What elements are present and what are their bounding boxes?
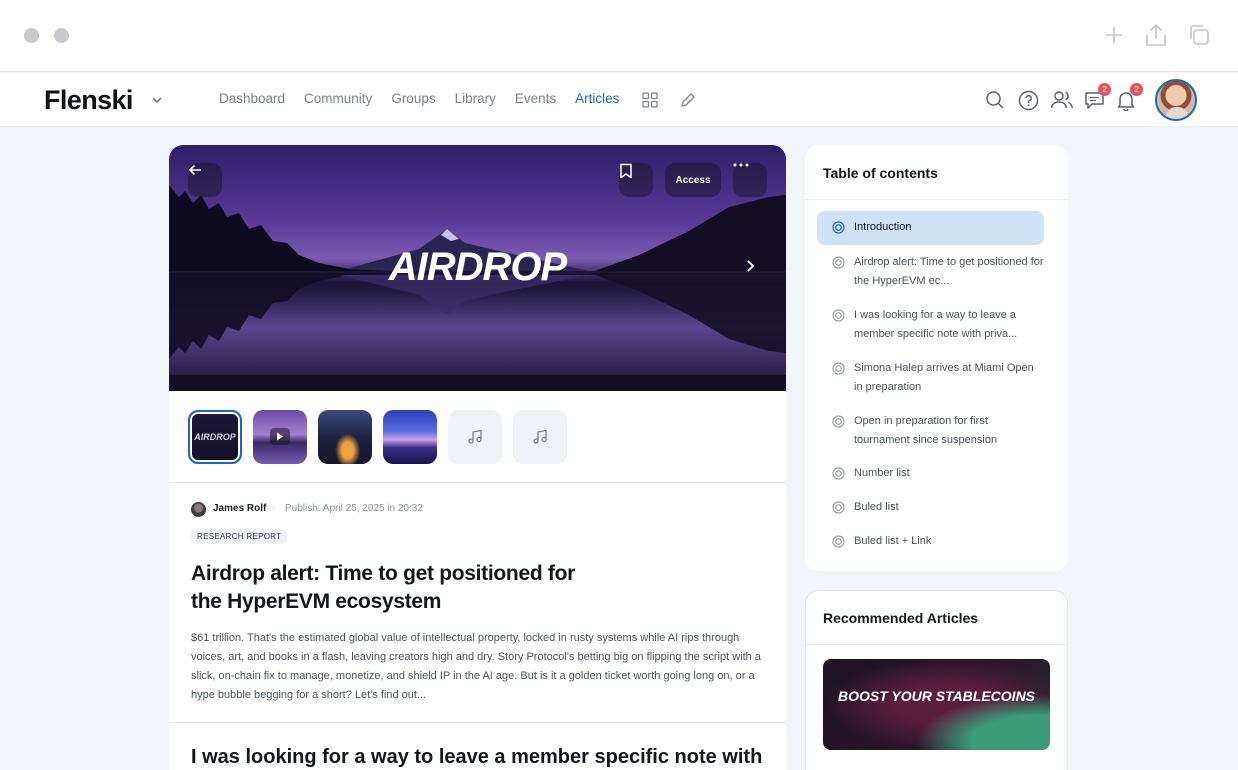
bell-icon[interactable]: 2 <box>1115 83 1143 111</box>
hero-title: AIRDROP <box>388 245 567 289</box>
nav-link-groups[interactable]: Groups <box>391 91 435 106</box>
toc-item-label: Introduction <box>854 221 912 233</box>
divider <box>169 482 786 483</box>
toc-item-label: Airdrop alert: Time to get positioned fo… <box>854 256 1044 287</box>
toc-item-buled-list[interactable]: Buled list <box>817 498 1044 517</box>
target-icon <box>832 501 845 514</box>
bookmark-icon <box>620 163 632 179</box>
chevron-right-icon[interactable] <box>741 257 759 275</box>
target-icon <box>832 467 845 480</box>
toc-item-label: Simona Halep arrives at Miami Open in pr… <box>854 362 1034 393</box>
back-button[interactable] <box>188 163 222 197</box>
author-avatar[interactable] <box>191 502 206 517</box>
thumbnail-audio-1[interactable] <box>448 410 502 464</box>
toc-item-label: I was looking for a way to leave a membe… <box>854 309 1018 340</box>
more-horizontal-icon <box>733 163 749 167</box>
window-minimize-dot[interactable] <box>54 28 69 43</box>
separator-dot: · <box>272 503 276 514</box>
thumbnail-audio-2[interactable] <box>513 410 567 464</box>
toc-item-label: Number list <box>854 467 910 479</box>
search-icon[interactable] <box>984 89 1006 111</box>
thumbnail-airdrop[interactable]: AIRDROP <box>188 410 242 464</box>
toc-item-introduction[interactable]: Introduction <box>817 211 1044 245</box>
thumbnail-mountains[interactable] <box>383 410 437 464</box>
category-tag[interactable]: RESEARCH REPORT <box>191 529 288 544</box>
app-logo[interactable]: Flenski <box>44 85 133 116</box>
users-icon[interactable] <box>1049 89 1075 111</box>
thumbnail-video[interactable] <box>253 410 307 464</box>
nav-links: Dashboard Community Groups Library Event… <box>219 91 638 106</box>
recommended-title: Recommended Articles <box>823 610 979 626</box>
toc-item-buled-list-link[interactable]: Buled list + Link <box>817 532 1044 551</box>
recommended-card-text: BOOST YOUR STABLECOINS <box>837 688 1036 704</box>
bookmark-button[interactable] <box>619 163 653 197</box>
thumbnail-label: AIRDROP <box>194 432 236 442</box>
thumbnail-night-road[interactable] <box>318 410 372 464</box>
toc-item-airdrop[interactable]: Airdrop alert: Time to get positioned fo… <box>817 253 1044 291</box>
duplicate-icon[interactable] <box>1186 22 1212 48</box>
access-button[interactable]: Access <box>665 163 721 197</box>
media-thumbnails: AIRDROP <box>188 410 567 464</box>
article-body: $61 trillion. That's the estimated globa… <box>191 632 761 701</box>
plus-icon[interactable] <box>1101 22 1127 48</box>
window-close-dot[interactable] <box>24 28 39 43</box>
hero-media: Access AIRDROP <box>169 145 786 391</box>
target-icon <box>832 415 845 428</box>
recommended-articles: Recommended Articles BOOST YOUR STABLECO… <box>805 590 1068 770</box>
toc-item-member-note[interactable]: I was looking for a way to leave a membe… <box>817 306 1044 344</box>
recommended-article-card[interactable]: BOOST YOUR STABLECOINS <box>823 659 1050 750</box>
pencil-icon[interactable] <box>678 90 698 110</box>
more-options-button[interactable] <box>733 163 767 197</box>
top-navigation: Flenski Dashboard Community Groups Libra… <box>0 73 1238 127</box>
help-icon[interactable] <box>1017 89 1039 111</box>
target-icon <box>832 362 845 375</box>
nav-link-community[interactable]: Community <box>304 91 372 106</box>
notifications-badge: 2 <box>1130 83 1143 96</box>
toc-item-number-list[interactable]: Number list <box>817 464 1044 483</box>
toc-item-label: Buled list + Link <box>854 535 932 547</box>
music-note-icon <box>468 429 482 444</box>
toc-item-label: Open in preparation for first tournament… <box>854 415 998 446</box>
arrow-left-icon <box>188 164 201 176</box>
grid-icon[interactable] <box>640 90 660 110</box>
section-headline: I was looking for a way to leave a membe… <box>191 746 763 768</box>
article-headline: Airdrop alert: Time to get positioned fo… <box>191 562 575 613</box>
toc-title: Table of contents <box>823 165 938 181</box>
publish-date: Publish: April 25, 2025 in 20:32 <box>285 503 423 514</box>
nav-link-events[interactable]: Events <box>515 91 556 106</box>
divider <box>169 722 786 723</box>
messages-icon[interactable]: 2 <box>1083 83 1111 111</box>
author-name[interactable]: James Rolf <box>213 503 266 514</box>
table-of-contents: Table of contents Introduction Airdrop a… <box>805 145 1068 571</box>
nav-link-dashboard[interactable]: Dashboard <box>219 91 285 106</box>
music-note-icon <box>533 429 547 444</box>
nav-link-library[interactable]: Library <box>455 91 496 106</box>
user-avatar[interactable] <box>1155 79 1197 121</box>
window-chrome <box>0 0 1238 72</box>
divider <box>806 644 1067 645</box>
target-icon <box>832 256 845 269</box>
nav-link-articles[interactable]: Articles <box>575 91 619 106</box>
target-icon <box>832 309 845 322</box>
divider <box>805 199 1068 200</box>
target-icon <box>832 221 845 234</box>
toc-item-open-preparation[interactable]: Open in preparation for first tournament… <box>817 412 1044 450</box>
chevron-down-icon[interactable] <box>151 93 163 111</box>
play-icon <box>270 428 290 445</box>
toc-item-label: Buled list <box>854 501 899 513</box>
target-icon <box>832 535 845 548</box>
article-card: Access AIRDROP AIRDROP James Rolf · Publ… <box>169 145 786 770</box>
share-icon[interactable] <box>1143 22 1169 48</box>
messages-badge: 2 <box>1098 83 1111 96</box>
toc-item-simona-halep[interactable]: Simona Halep arrives at Miami Open in pr… <box>817 359 1044 397</box>
